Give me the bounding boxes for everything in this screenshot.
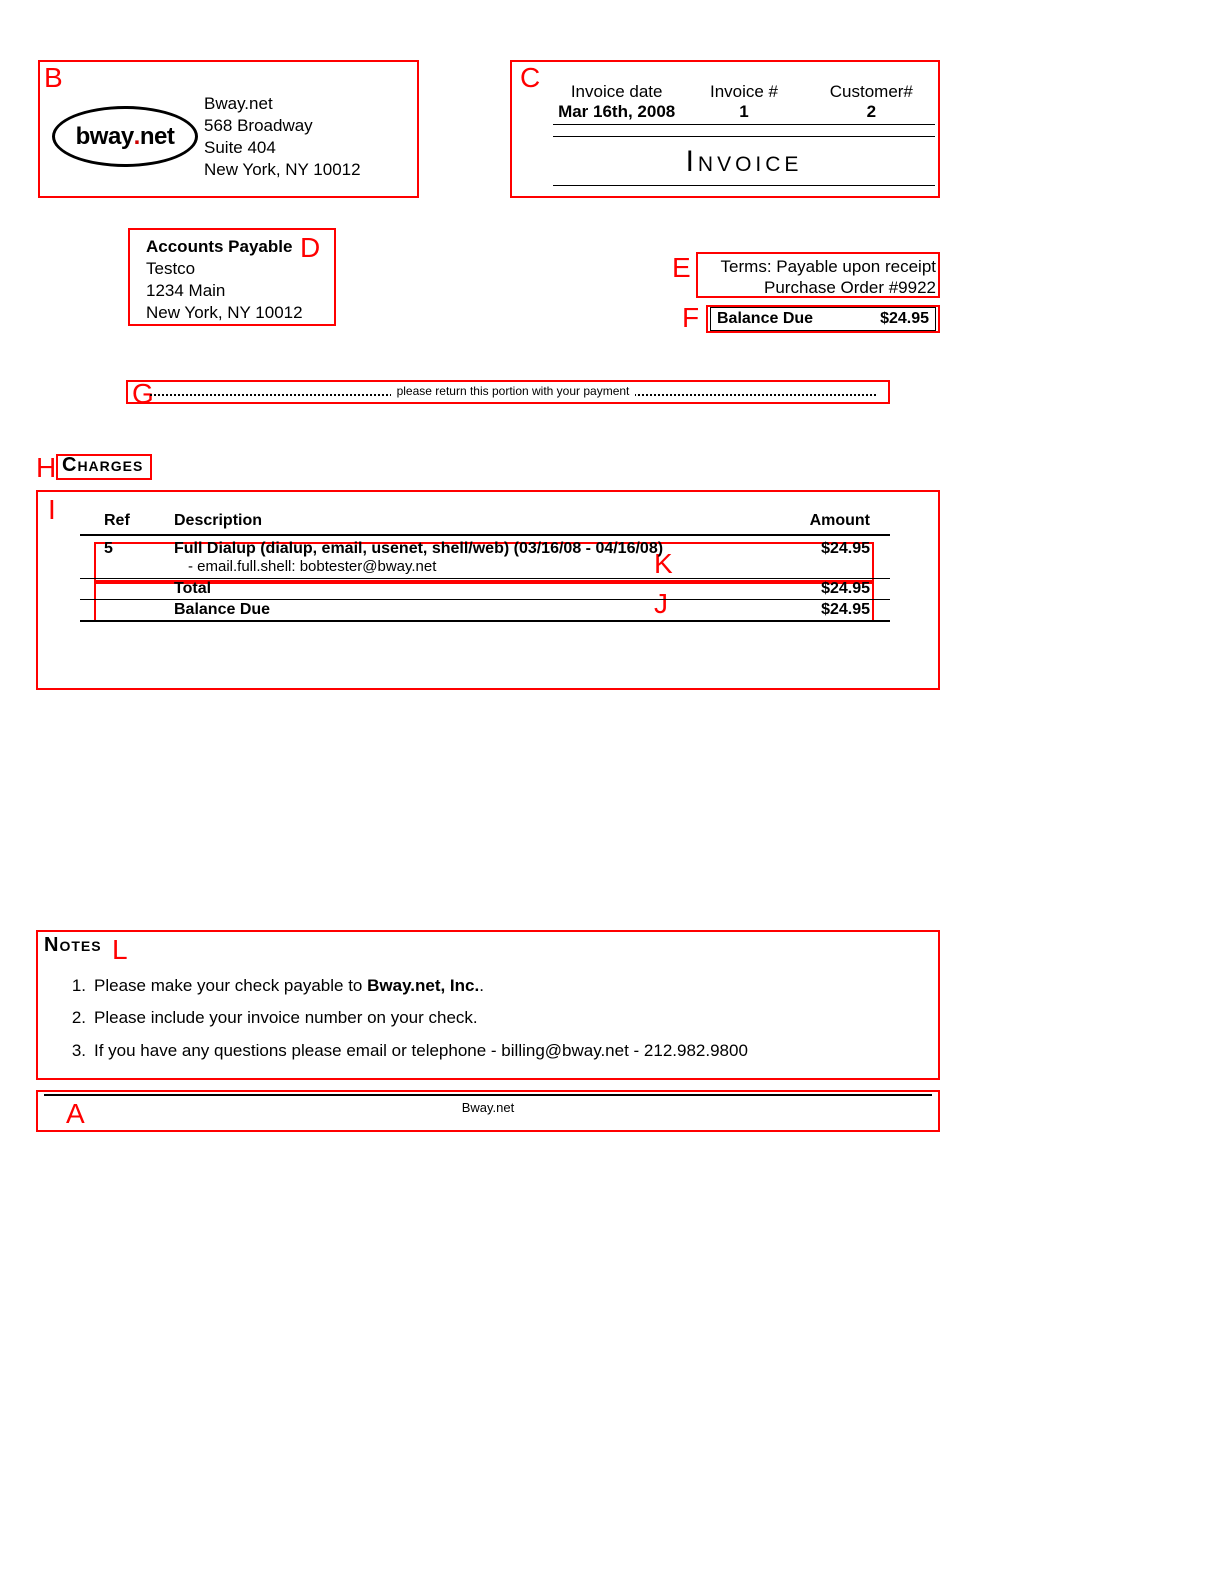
charges-table: Ref Description Amount 5 Full Dialup (di… bbox=[80, 508, 890, 622]
note-1-pre: Please make your check payable to bbox=[94, 976, 367, 995]
tear-text-wrap: please return this portion with your pay… bbox=[150, 384, 876, 398]
company-logo: bway.net bbox=[52, 106, 198, 167]
bill-to-heading: Accounts Payable bbox=[146, 236, 303, 258]
charges-header-row: Ref Description Amount bbox=[80, 508, 890, 536]
note-2-text: Please include your invoice number on yo… bbox=[94, 1002, 478, 1034]
company-addr3: New York, NY 10012 bbox=[204, 159, 361, 181]
charge-balance-label: Balance Due bbox=[174, 601, 760, 619]
note-3-num: 3. bbox=[60, 1035, 86, 1067]
charge-total-label: Total bbox=[174, 580, 760, 598]
company-addr2: Suite 404 bbox=[204, 137, 361, 159]
region-tag-e: E bbox=[672, 252, 691, 284]
charge-ref: 5 bbox=[80, 540, 174, 558]
logo-text-post: net bbox=[140, 123, 175, 151]
meta-label-num: Invoice # bbox=[680, 82, 807, 102]
charge-desc: Full Dialup (dialup, email, usenet, shel… bbox=[174, 540, 760, 558]
bill-to-block: Accounts Payable Testco 1234 Main New Yo… bbox=[146, 236, 303, 324]
tear-text: please return this portion with your pay… bbox=[391, 384, 636, 398]
terms-line2: Purchase Order #9922 bbox=[700, 277, 936, 298]
region-tag-i: I bbox=[48, 494, 56, 526]
region-tag-l: L bbox=[112, 934, 128, 966]
invoice-meta-table: Invoice date Invoice # Customer# Mar 16t… bbox=[553, 82, 935, 125]
company-name: Bway.net bbox=[204, 93, 361, 115]
balance-due-amount: $24.95 bbox=[880, 310, 929, 328]
charges-header-ref: Ref bbox=[80, 512, 174, 530]
region-tag-h: H bbox=[36, 452, 56, 484]
region-tag-d: D bbox=[300, 232, 320, 264]
charge-amount: $24.95 bbox=[760, 540, 890, 558]
footer-rule bbox=[44, 1094, 932, 1096]
charges-header-desc: Description bbox=[174, 512, 760, 530]
note-1-post: . bbox=[479, 976, 484, 995]
notes-title: Notes bbox=[44, 934, 102, 957]
meta-value-num: 1 bbox=[680, 102, 807, 122]
charge-line: 5 Full Dialup (dialup, email, usenet, sh… bbox=[80, 536, 890, 558]
meta-value-date: Mar 16th, 2008 bbox=[553, 102, 680, 122]
note-3: 3. If you have any questions please emai… bbox=[60, 1035, 920, 1067]
charge-balance-amount: $24.95 bbox=[760, 601, 890, 619]
terms-line1: Terms: Payable upon receipt bbox=[700, 256, 936, 277]
note-3-text: If you have any questions please email o… bbox=[94, 1035, 748, 1067]
meta-label-cust: Customer# bbox=[808, 82, 935, 102]
invoice-title: Invoice bbox=[553, 136, 935, 186]
footer-text: Bway.net bbox=[44, 1100, 932, 1115]
charge-total-amount: $24.95 bbox=[760, 580, 890, 598]
charge-balance-row: Balance Due $24.95 bbox=[80, 600, 890, 622]
bill-to-addr2: New York, NY 10012 bbox=[146, 302, 303, 324]
notes-list: 1. Please make your check payable to Bwa… bbox=[60, 970, 920, 1067]
company-address: Bway.net 568 Broadway Suite 404 New York… bbox=[204, 93, 361, 181]
charge-detail: - email.full.shell: bobtester@bway.net bbox=[80, 558, 890, 579]
logo-text-pre: bway bbox=[76, 123, 134, 151]
note-1: 1. Please make your check payable to Bwa… bbox=[60, 970, 920, 1002]
bill-to-name: Testco bbox=[146, 258, 303, 280]
note-2: 2. Please include your invoice number on… bbox=[60, 1002, 920, 1034]
bill-to-addr1: 1234 Main bbox=[146, 280, 303, 302]
region-tag-b: B bbox=[44, 62, 63, 94]
charges-header-amount: Amount bbox=[760, 512, 890, 530]
company-addr1: 568 Broadway bbox=[204, 115, 361, 137]
note-2-num: 2. bbox=[60, 1002, 86, 1034]
note-1-bold: Bway.net, Inc. bbox=[367, 976, 479, 995]
note-1-num: 1. bbox=[60, 970, 86, 1002]
balance-due-label: Balance Due bbox=[717, 310, 813, 328]
balance-due-box: Balance Due $24.95 bbox=[710, 307, 936, 331]
charges-title: Charges bbox=[62, 454, 143, 477]
charge-total-row: Total $24.95 bbox=[80, 579, 890, 600]
meta-value-cust: 2 bbox=[808, 102, 935, 122]
terms-block: Terms: Payable upon receipt Purchase Ord… bbox=[700, 256, 936, 299]
region-tag-c: C bbox=[520, 62, 540, 94]
meta-label-date: Invoice date bbox=[553, 82, 680, 102]
region-tag-f: F bbox=[682, 302, 699, 334]
